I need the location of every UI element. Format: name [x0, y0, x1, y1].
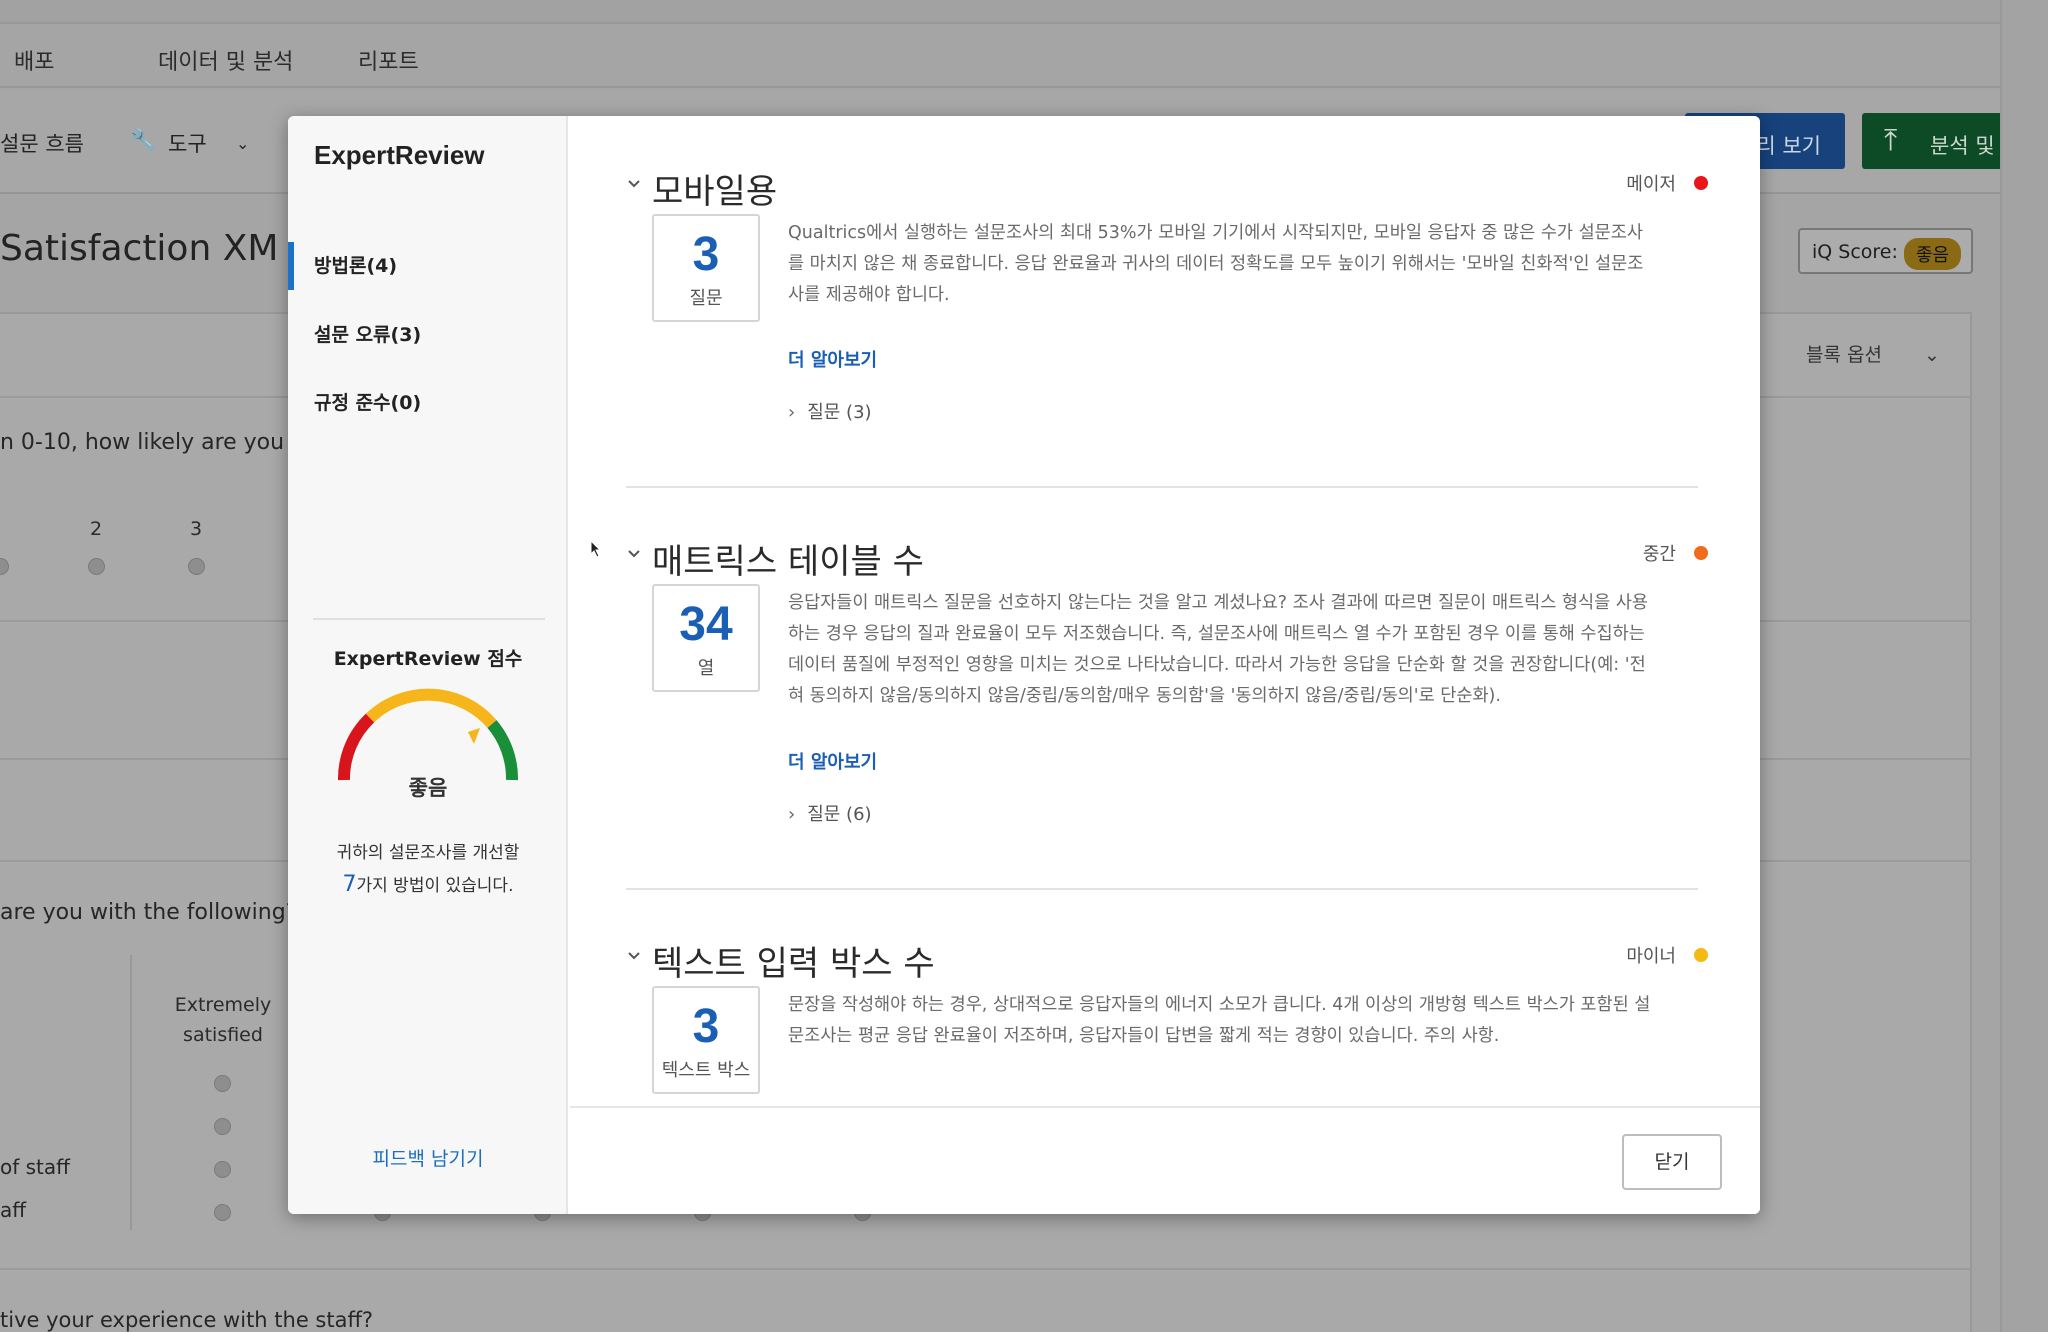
count-unit: 열 — [697, 658, 715, 679]
section-title: 매트릭스 테이블 수 — [652, 542, 924, 582]
upload-icon: ⤒ — [1884, 123, 1898, 158]
table-divider — [130, 955, 132, 1230]
survey-flow-button[interactable]: 설문 흐름 — [0, 128, 84, 158]
nav-distribute[interactable]: 배포 — [14, 44, 54, 76]
count-unit: 텍스트 박스 — [661, 1060, 751, 1081]
score-title: ExpertReview 점수 — [333, 648, 523, 670]
improvement-count: 7 — [342, 872, 357, 897]
radio-button[interactable] — [214, 1075, 231, 1092]
severity-badge: 마이너 — [1626, 942, 1708, 968]
count-unit: 질문 — [689, 288, 723, 309]
question-text: n 0-10, how likely are you to — [0, 430, 314, 455]
question-text: tive your experience with the staff? — [0, 1308, 374, 1332]
section-description: Qualtrics에서 실행하는 설문조사의 최대 53%가 모바일 기기에서 … — [788, 223, 1644, 305]
block-options-menu[interactable]: 블록 옵션 ⌄ — [1806, 340, 1940, 367]
learn-more-link[interactable]: 더 알아보기 — [788, 748, 877, 774]
severity-dot — [1694, 176, 1708, 190]
dialog-footer: 닫기 — [570, 1106, 1760, 1214]
question-text: are you with the following? — [0, 900, 298, 925]
close-button[interactable]: 닫기 — [1622, 1134, 1722, 1190]
divider — [626, 486, 1698, 488]
review-content[interactable]: 모바일용 메이저 3 질문 Qualtrics에서 실행하는 설문조사의 최대 … — [570, 116, 1760, 1106]
mouse-cursor-icon — [590, 540, 602, 558]
main-nav: 배포 데이터 및 분석 리포트 — [0, 24, 2048, 88]
learn-more-link[interactable]: 더 알아보기 — [788, 346, 877, 372]
expertreview-sidebar: ExpertReview 방법론(4) 설문 오류(3) 규정 준수(0) Ex… — [288, 116, 568, 1214]
scale-label: 3 — [190, 518, 203, 540]
radio-button[interactable] — [214, 1161, 231, 1178]
divider — [313, 618, 545, 620]
scrollbar[interactable] — [2000, 0, 2048, 1332]
nav-methodology[interactable]: 방법론(4) — [288, 242, 568, 290]
top-bar — [0, 0, 2048, 24]
section-description: 응답자들이 매트릭스 질문을 선호하지 않는다는 것을 알고 계셨나요? 조사 … — [788, 593, 1648, 706]
divider — [0, 1268, 1972, 1270]
leave-feedback-link[interactable]: 피드백 남기기 — [288, 1144, 568, 1171]
expertreview-dialog: ExpertReview 방법론(4) 설문 오류(3) 규정 준수(0) Ex… — [288, 116, 1760, 1214]
chevron-right-icon: › — [788, 804, 796, 825]
section-description: 문장을 작성해야 하는 경우, 상대적으로 응답자들의 에너지 소모가 큽니다.… — [788, 995, 1651, 1046]
radio-button[interactable] — [214, 1118, 231, 1135]
severity-dot — [1694, 948, 1708, 962]
nav-data-analysis[interactable]: 데이터 및 분석 — [158, 44, 293, 76]
radio-button[interactable] — [214, 1204, 231, 1221]
row-label: of staff — [0, 1155, 70, 1179]
count-box: 3 질문 — [652, 214, 760, 322]
scale-label: 2 — [90, 518, 103, 540]
questions-toggle-label: 질문 (6) — [807, 804, 872, 825]
chevron-down-icon[interactable] — [626, 176, 642, 192]
wrench-icon: 🔧 — [130, 128, 157, 152]
score-description: 귀하의 설문조사를 개선할 7가지 방법이 있습니다. — [308, 838, 548, 902]
chevron-down-icon: ⌄ — [1924, 344, 1940, 366]
score-label: 좋음 — [408, 776, 448, 800]
iq-score-label: iQ Score: — [1812, 241, 1898, 263]
severity-badge: 중간 — [1643, 540, 1708, 566]
count-value: 3 — [692, 1000, 720, 1053]
nav-survey-errors[interactable]: 설문 오류(3) — [288, 311, 568, 359]
severity-label: 마이너 — [1626, 946, 1676, 967]
chevron-right-icon: › — [788, 402, 796, 423]
severity-badge: 메이저 — [1626, 170, 1708, 196]
preview-button-label: 리 보기 — [1756, 134, 1821, 158]
radio-button[interactable] — [88, 558, 105, 575]
iq-score-value: 좋음 — [1904, 238, 1962, 270]
iq-score-badge[interactable]: iQ Score: 좋음 — [1798, 228, 1973, 274]
count-value: 34 — [679, 598, 733, 651]
questions-toggle[interactable]: › 질문 (3) — [788, 398, 872, 424]
row-label: aff — [0, 1198, 27, 1222]
dialog-title: ExpertReview — [314, 140, 485, 170]
count-box: 3 텍스트 박스 — [652, 986, 760, 1094]
questions-toggle-label: 질문 (3) — [807, 402, 872, 423]
count-value: 3 — [692, 228, 720, 281]
tools-menu[interactable]: 도구 — [168, 128, 207, 158]
chevron-down-icon[interactable] — [626, 546, 642, 562]
block-options-label: 블록 옵션 — [1806, 344, 1882, 366]
severity-dot — [1694, 546, 1708, 560]
score-desc-text: 가지 방법이 있습니다. — [356, 876, 514, 896]
chevron-down-icon[interactable] — [626, 948, 642, 964]
score-desc-text: 귀하의 설문조사를 개선할 — [336, 843, 520, 863]
nav-compliance[interactable]: 규정 준수(0) — [288, 379, 568, 427]
severity-label: 메이저 — [1626, 174, 1676, 195]
column-header: Extremely satisfied — [174, 994, 272, 1046]
severity-label: 중간 — [1642, 544, 1676, 565]
count-box: 34 열 — [652, 584, 760, 692]
section-title: 텍스트 입력 박스 수 — [652, 944, 935, 984]
section-title: 모바일용 — [652, 172, 778, 212]
chevron-down-icon: ⌄ — [236, 134, 250, 153]
divider — [626, 888, 1698, 890]
questions-toggle[interactable]: › 질문 (6) — [788, 800, 872, 826]
radio-button[interactable] — [188, 558, 205, 575]
nav-reports[interactable]: 리포트 — [358, 44, 419, 76]
